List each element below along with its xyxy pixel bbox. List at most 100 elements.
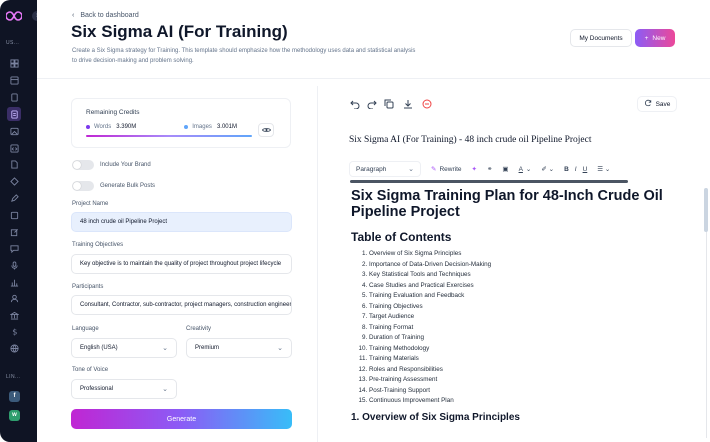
text-color-icon[interactable]: A ⌄ (519, 165, 532, 174)
eye-icon[interactable] (258, 123, 274, 137)
list-item: Pre-training Assessment (369, 375, 671, 386)
code-icon[interactable] (9, 143, 19, 153)
layout-icon[interactable] (9, 75, 19, 85)
paragraph-label: Paragraph (356, 165, 387, 173)
app-logo[interactable] (6, 10, 22, 22)
chart-icon[interactable] (9, 277, 19, 287)
sidebar: › US... $ LIN... f w (0, 0, 42, 442)
chevron-down-icon: ⌄ (408, 166, 414, 173)
credits-card: Remaining Credits Words 3.390M Images 3.… (71, 98, 291, 148)
pen-icon[interactable] (9, 193, 19, 203)
chevron-down-icon: ⌄ (162, 386, 168, 393)
dollar-icon[interactable]: $ (9, 326, 19, 336)
doc-active-icon[interactable] (7, 107, 21, 121)
document-title[interactable]: Six Sigma AI (For Training) - 48 inch cr… (349, 135, 592, 145)
horizontal-scrollbar[interactable] (350, 180, 628, 183)
page-description: Create a Six Sigma strategy for Training… (72, 48, 416, 64)
bulk-posts-row: Generate Bulk Posts (72, 181, 155, 191)
refresh-icon (644, 99, 652, 109)
images-label: Images (192, 124, 212, 130)
grid2-icon[interactable] (9, 176, 19, 186)
rewrite-label: Rewrite (439, 165, 462, 173)
bank-icon[interactable] (9, 310, 19, 320)
plus-icon: + (644, 34, 649, 42)
words-dot (86, 125, 90, 129)
credits-label: Remaining Credits (86, 109, 140, 116)
link-icon[interactable]: ⚭ (487, 165, 492, 173)
list-item: Overview of Six Sigma Principles (369, 249, 671, 260)
back-to-dashboard-link[interactable]: ‹ Back to dashboard (72, 12, 139, 19)
save-label: Save (655, 100, 671, 108)
save-button[interactable]: Save (637, 96, 677, 112)
bold-icon[interactable]: B (564, 166, 569, 173)
paragraph-select[interactable]: Paragraph ⌄ (349, 161, 421, 177)
objectives-input[interactable]: Key objective is to maintain the quality… (71, 254, 292, 274)
images-dot (184, 125, 189, 129)
list-item: Roles and Responsibilities (369, 365, 671, 376)
editor-toolbar: Paragraph ⌄ ✎ Rewrite ✦ ⚭ ▣ A ⌄ ✐ ⌄ B I … (349, 160, 679, 178)
include-brand-toggle[interactable] (72, 160, 94, 170)
my-documents-button[interactable]: My Documents (570, 29, 632, 47)
creativity-label: Creativity (186, 326, 212, 332)
language-select[interactable]: English (USA) ⌄ (71, 338, 177, 358)
copy-icon[interactable] (383, 98, 395, 110)
italic-icon[interactable]: I (575, 166, 577, 173)
list-item: Importance of Data-Driven Decision-Makin… (369, 260, 671, 271)
list-item: Post-Training Support (369, 386, 671, 397)
highlight-icon[interactable]: ✐ ⌄ (541, 165, 554, 173)
list-item: Case Studies and Practical Exercises (369, 281, 671, 292)
words-value: 3.390M (116, 124, 137, 130)
list-item: Duration of Training (369, 333, 671, 344)
sidebar-section-links: LIN... (6, 374, 21, 380)
chevron-down-icon: ⌄ (277, 345, 283, 352)
redo-icon[interactable] (366, 98, 378, 110)
delete-icon[interactable] (421, 98, 433, 110)
image-icon[interactable] (9, 126, 19, 136)
layers-icon[interactable] (9, 210, 19, 220)
globe-icon[interactable] (9, 343, 19, 353)
user-icon[interactable] (9, 293, 19, 303)
underline-icon[interactable]: U (583, 166, 588, 173)
link-badge-w[interactable]: w (9, 410, 20, 421)
sparkle-icon[interactable]: ✦ (472, 165, 477, 173)
download-icon[interactable] (402, 98, 414, 110)
participants-input[interactable]: Consultant, Contractor, sub-contractor, … (71, 295, 292, 315)
toc-heading: Table of Contents (351, 230, 452, 244)
main-panel: ‹ Back to dashboard Six Sigma AI (For Tr… (37, 0, 710, 442)
list-icon[interactable]: ☰ ⌄ (597, 165, 610, 173)
file-text-icon[interactable] (9, 159, 19, 169)
bulk-posts-toggle[interactable] (72, 181, 94, 191)
editor-content[interactable]: Six Sigma Training Plan for 48-Inch Crud… (351, 188, 671, 442)
list-item: Training Objectives (369, 302, 671, 313)
undo-icon[interactable] (349, 98, 361, 110)
mic-icon[interactable] (9, 260, 19, 270)
image-insert-icon[interactable]: ▣ (502, 165, 508, 173)
tone-select[interactable]: Professional ⌄ (71, 379, 177, 399)
file-icon[interactable] (9, 92, 19, 102)
section-heading: 1. Overview of Six Sigma Principles (351, 411, 520, 423)
list-item: Training Format (369, 323, 671, 334)
credits-progress-bar (86, 135, 252, 137)
rewrite-button[interactable]: ✎ Rewrite (431, 165, 462, 174)
language-value: English (USA) (80, 345, 118, 351)
page-title: Six Sigma AI (For Training) (71, 22, 288, 41)
list-item: Training Materials (369, 354, 671, 365)
tone-label: Tone of Voice (72, 367, 109, 373)
vertical-scrollbar[interactable] (704, 188, 708, 232)
toc-list: Overview of Six Sigma Principles Importa… (351, 249, 671, 407)
document-heading: Six Sigma Training Plan for 48-Inch Crud… (351, 188, 663, 220)
chat-icon[interactable] (9, 243, 19, 253)
edit-icon[interactable] (9, 227, 19, 237)
back-label: Back to dashboard (80, 12, 139, 19)
sidebar-section-user: US... (6, 40, 20, 46)
participants-label: Participants (72, 284, 104, 290)
grid-icon[interactable] (9, 58, 19, 68)
new-label: New (652, 34, 666, 42)
link-badge-f[interactable]: f (9, 391, 20, 402)
creativity-select[interactable]: Premium ⌄ (186, 338, 292, 358)
new-button[interactable]: + New (635, 29, 675, 47)
project-name-input[interactable]: 48 inch crude oil Pipeline Project (71, 212, 292, 232)
language-label: Language (72, 326, 99, 332)
include-brand-row: Include Your Brand (72, 160, 151, 170)
generate-button[interactable]: Generate (71, 409, 292, 429)
